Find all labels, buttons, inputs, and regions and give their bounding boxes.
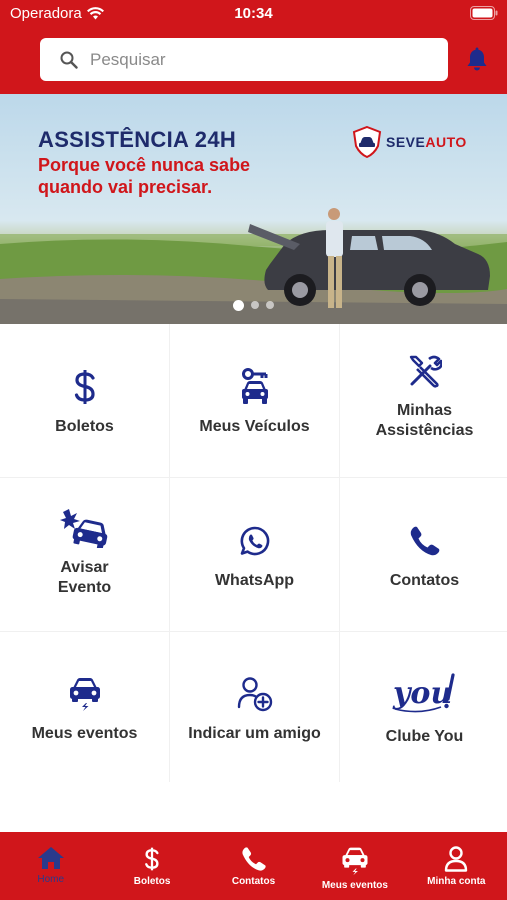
logo-text-b: AUTO — [425, 134, 467, 150]
menu-item-meus-veiculos[interactable]: Meus Veículos — [170, 324, 339, 477]
banner-title: ASSISTÊNCIA 24H — [38, 127, 237, 152]
seveauto-emblem-icon — [352, 126, 382, 158]
whatsapp-icon — [240, 526, 269, 555]
car-crash-icon — [59, 508, 107, 548]
bell-icon[interactable] — [466, 46, 488, 72]
menu-item-label: WhatsApp — [214, 571, 295, 589]
app-header: Operadora 10:34 Pesquisar — [0, 0, 507, 94]
promo-banner[interactable]: ASSISTÊNCIA 24H Porque você nunca sabe q… — [0, 94, 507, 324]
menu-item-contatos[interactable]: Contatos — [340, 478, 507, 631]
logo-text-a: SEVE — [386, 134, 426, 150]
menu-item-label: Meus eventos — [31, 725, 138, 742]
tab-label: Boletos — [133, 876, 171, 887]
menu-item-whatsapp[interactable]: WhatsApp — [170, 478, 339, 631]
tab-boletos[interactable]: Boletos — [101, 832, 202, 900]
search-input[interactable]: Pesquisar — [40, 38, 448, 81]
menu-item-avisar-evento[interactable]: Avisar Evento — [0, 478, 169, 631]
menu-item-label: Boletos — [55, 417, 114, 435]
menu-item-indicar-amigo[interactable]: Indicar um amigo — [170, 632, 339, 784]
menu-item-clube-you[interactable]: you Clube You — [340, 632, 507, 784]
car-event-icon — [342, 847, 368, 876]
phone-icon — [241, 847, 266, 871]
clube-you-logo: you — [392, 673, 455, 713]
phone-icon — [410, 526, 439, 555]
carousel-dot[interactable] — [251, 301, 259, 309]
search-icon — [60, 51, 78, 69]
menu-item-label: Clube You — [385, 728, 464, 745]
user-icon — [445, 846, 468, 872]
carousel-dot[interactable] — [233, 300, 244, 311]
menu-item-label: Avisar Evento — [57, 558, 112, 596]
carousel-dot[interactable] — [266, 301, 274, 309]
battery-icon — [470, 6, 498, 20]
search-placeholder: Pesquisar — [90, 49, 166, 69]
home-icon — [37, 847, 64, 869]
svg-text:you: you — [392, 676, 452, 711]
status-time: 10:34 — [234, 5, 273, 22]
banner-subtitle: Porque você nunca sabe quando vai precis… — [38, 155, 251, 197]
menu-item-label: Indicar um amigo — [188, 725, 321, 742]
tab-label: Home — [37, 874, 65, 885]
add-user-icon — [237, 677, 272, 712]
tab-label: Meus eventos — [321, 880, 388, 891]
status-bar: Operadora 10:34 — [0, 0, 507, 28]
car-key-icon — [241, 367, 268, 404]
tab-label: Minha conta — [427, 876, 486, 887]
menu-item-minhas-assistencias[interactable]: Minhas Assistências — [340, 324, 507, 477]
carousel-dots[interactable] — [0, 300, 507, 311]
tab-label: Contatos — [231, 876, 276, 887]
dollar-icon — [145, 847, 159, 871]
car-event-icon — [69, 678, 100, 711]
menu-grid: Boletos Meus Veículos Minhas Assistência… — [0, 324, 507, 784]
tab-meus-eventos[interactable]: Meus eventos — [304, 832, 405, 900]
menu-item-boletos[interactable]: Boletos — [0, 324, 169, 477]
tab-home[interactable]: Home — [0, 832, 101, 900]
bottom-tab-bar: Home Boletos Contatos Meus eventos Minha… — [0, 832, 507, 900]
dollar-icon — [74, 369, 95, 404]
menu-item-label: Contatos — [389, 571, 460, 589]
seveauto-logo: SEVEAUTO — [352, 126, 467, 158]
menu-item-meus-eventos[interactable]: Meus eventos — [0, 632, 169, 784]
tab-minha-conta[interactable]: Minha conta — [406, 832, 507, 900]
menu-item-label: Minhas Assistências — [375, 401, 474, 439]
tab-contatos[interactable]: Contatos — [203, 832, 304, 900]
menu-item-label: Meus Veículos — [199, 417, 310, 435]
tools-icon — [409, 355, 442, 388]
